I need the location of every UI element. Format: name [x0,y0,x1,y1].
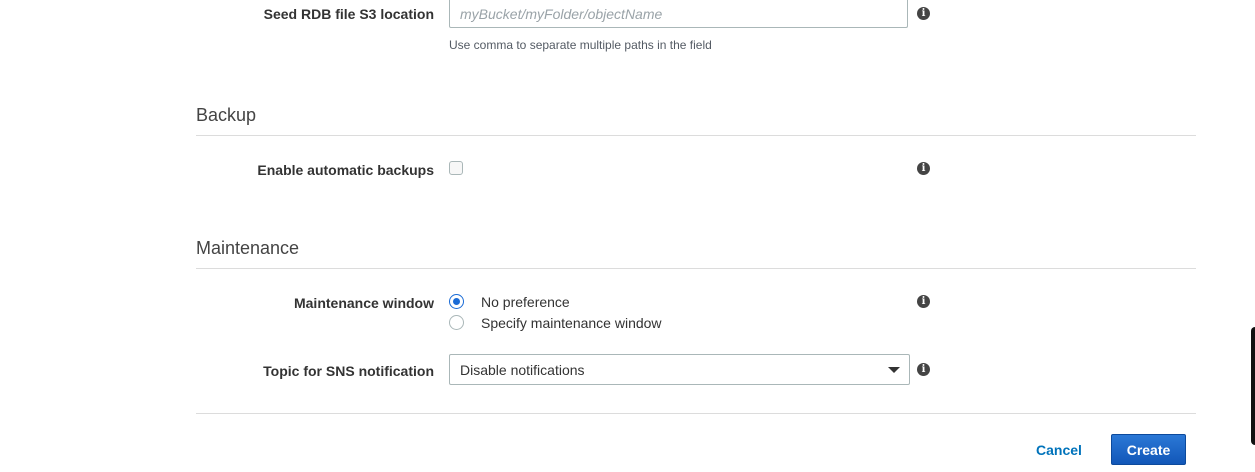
caret-down-icon [888,367,900,373]
specify-window-label[interactable]: Specify maintenance window [481,315,662,331]
maintenance-section-title: Maintenance [196,238,300,258]
specify-window-radio[interactable] [449,315,464,330]
enable-backups-label: Enable automatic backups [257,162,434,178]
sns-topic-label: Topic for SNS notification [263,363,434,379]
seed-rdb-input[interactable] [449,0,908,28]
divider [196,135,1196,136]
info-icon[interactable]: i [917,7,930,20]
create-cluster-form: Seed RDB file S3 location i Use comma to… [0,0,1255,472]
create-button[interactable]: Create [1111,434,1186,465]
no-preference-label[interactable]: No preference [481,294,570,310]
divider [196,268,1196,269]
seed-rdb-help-text: Use comma to separate multiple paths in … [449,38,712,52]
sns-topic-select[interactable]: Disable notifications [449,354,910,385]
info-icon[interactable]: i [917,295,930,308]
side-panel-edge[interactable] [1251,327,1255,445]
enable-backups-checkbox[interactable] [449,161,463,175]
sns-topic-selected-value: Disable notifications [460,362,585,378]
backup-section-title: Backup [196,105,257,125]
no-preference-radio[interactable] [449,294,464,309]
maintenance-window-label: Maintenance window [293,295,434,311]
seed-rdb-label: Seed RDB file S3 location [263,6,434,22]
cancel-button[interactable]: Cancel [1036,442,1082,458]
info-icon[interactable]: i [917,363,930,376]
footer-divider [196,413,1196,414]
info-icon[interactable]: i [917,162,930,175]
